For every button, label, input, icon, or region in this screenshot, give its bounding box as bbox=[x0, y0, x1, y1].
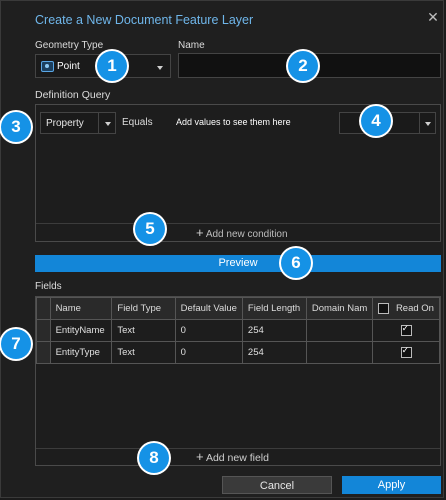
table-cell[interactable]: EntityType bbox=[49, 341, 113, 364]
point-layer-icon bbox=[41, 61, 54, 72]
table-cell[interactable]: 0 bbox=[174, 341, 243, 364]
divider bbox=[36, 223, 440, 224]
table-row[interactable]: EntityType Text 0 254 bbox=[36, 341, 440, 364]
fields-grid: Name Field Type Default Value Field Leng… bbox=[35, 296, 441, 466]
operator-label: Equals bbox=[122, 117, 153, 128]
preview-button[interactable]: Preview bbox=[35, 255, 441, 272]
callout-badge: 4 bbox=[361, 106, 391, 136]
table-cell[interactable] bbox=[305, 341, 374, 364]
read-only-checkbox[interactable] bbox=[400, 345, 412, 358]
apply-button[interactable]: Apply bbox=[342, 476, 441, 494]
column-header: Read On bbox=[395, 303, 434, 314]
row-selector[interactable] bbox=[36, 319, 51, 342]
table-cell[interactable] bbox=[305, 319, 374, 342]
row-selector[interactable] bbox=[36, 341, 51, 364]
read-only-header[interactable]: Read On bbox=[372, 297, 440, 320]
table-cell[interactable]: EntityName bbox=[49, 319, 113, 342]
fields-label: Fields bbox=[35, 281, 62, 292]
table-cell[interactable]: Text bbox=[111, 319, 176, 342]
cancel-button[interactable]: Cancel bbox=[222, 476, 332, 494]
column-header[interactable]: Name bbox=[49, 297, 113, 320]
close-icon[interactable]: ✕ bbox=[425, 9, 441, 25]
add-condition-label: Add new condition bbox=[205, 229, 288, 240]
chevron-down-icon bbox=[425, 122, 431, 126]
callout-badge: 2 bbox=[288, 51, 318, 81]
plus-icon: + bbox=[196, 449, 204, 464]
dropdown-separator bbox=[98, 113, 99, 133]
callout-badge: 8 bbox=[139, 443, 169, 473]
table-header-row: Name Field Type Default Value Field Leng… bbox=[36, 297, 440, 320]
column-header[interactable]: Default Value bbox=[174, 297, 243, 320]
table-cell[interactable]: 254 bbox=[241, 341, 307, 364]
chevron-down-icon bbox=[105, 122, 111, 126]
column-header[interactable]: Field Type bbox=[111, 297, 176, 320]
callout-badge: 3 bbox=[1, 112, 31, 142]
row-header-corner bbox=[36, 297, 51, 320]
callout-badge: 1 bbox=[97, 51, 127, 81]
geometry-type-label: Geometry Type bbox=[35, 40, 104, 51]
property-dropdown-value: Property bbox=[46, 118, 84, 129]
table-cell[interactable]: 254 bbox=[241, 319, 307, 342]
property-dropdown[interactable]: Property bbox=[40, 112, 116, 134]
read-only-all-checkbox[interactable] bbox=[378, 302, 390, 314]
name-label: Name bbox=[178, 40, 205, 51]
plus-icon: + bbox=[196, 225, 204, 240]
definition-query-label: Definition Query bbox=[35, 89, 111, 101]
add-field-button[interactable]: + Add new field bbox=[196, 449, 306, 465]
read-only-checkbox[interactable] bbox=[400, 323, 412, 336]
feature-layer-dialog: Create a New Document Feature Layer ✕ Ge… bbox=[0, 0, 444, 498]
callout-badge: 6 bbox=[281, 248, 311, 278]
values-hint: Add values to see them here bbox=[176, 117, 291, 127]
callout-badge: 7 bbox=[1, 329, 31, 359]
add-field-label: Add new field bbox=[205, 452, 269, 464]
dropdown-separator bbox=[419, 113, 420, 133]
add-condition-button[interactable]: + Add new condition bbox=[196, 225, 316, 240]
read-only-cell bbox=[372, 341, 440, 364]
geometry-type-value: Point bbox=[57, 61, 80, 72]
column-header[interactable]: Field Length bbox=[241, 297, 307, 320]
column-header[interactable]: Domain Nam bbox=[305, 297, 374, 320]
fields-table: Name Field Type Default Value Field Leng… bbox=[36, 297, 440, 364]
callout-badge: 5 bbox=[135, 214, 165, 244]
dialog-title: Create a New Document Feature Layer bbox=[35, 13, 254, 27]
table-row[interactable]: EntityName Text 0 254 bbox=[36, 319, 440, 342]
chevron-down-icon bbox=[157, 66, 163, 70]
table-cell[interactable]: Text bbox=[111, 341, 176, 364]
read-only-cell bbox=[372, 319, 440, 342]
table-cell[interactable]: 0 bbox=[174, 319, 243, 342]
